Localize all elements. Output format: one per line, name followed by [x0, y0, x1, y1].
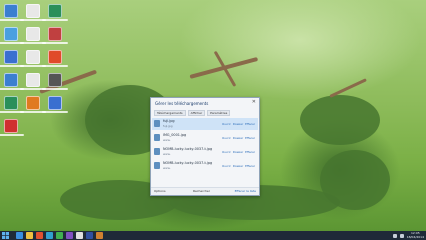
media-icon[interactable]: [36, 232, 43, 239]
desktop-icon-9[interactable]: [48, 50, 62, 64]
dialog-tabs: Téléchargements Afficher Paramètres: [154, 110, 256, 116]
clear-button[interactable]: Effacer: [245, 164, 255, 168]
clock-date: 18/04/2014: [406, 234, 424, 239]
desktop-icon-label: [42, 111, 68, 113]
network-icon[interactable]: [392, 233, 397, 238]
desktop-icon-label: [42, 42, 68, 44]
open-button[interactable]: Ouvrir: [222, 122, 231, 126]
download-actions: Ouvrir Dossier Effacer: [222, 150, 255, 154]
dialog-title: Gérer les téléchargements: [155, 101, 209, 106]
folder-button[interactable]: Dossier: [233, 122, 243, 126]
taskbar: 12:05 18/04/2014: [0, 231, 426, 240]
explorer-icon[interactable]: [26, 232, 33, 239]
dialog-footer: Options Rechercher Effacer la liste: [151, 187, 259, 195]
desktop-icon-6[interactable]: [48, 27, 62, 41]
open-button[interactable]: Ouvrir: [222, 136, 231, 140]
desktop-icon-11[interactable]: [26, 73, 40, 87]
desktop-icon-8[interactable]: [26, 50, 40, 64]
list-item[interactable]: IMG_0001.jpg www. Ouvrir Dossier Effacer: [152, 132, 258, 144]
clear-button[interactable]: Effacer: [245, 136, 255, 140]
download-source: fuji.jpg: [163, 124, 173, 128]
download-actions: Ouvrir Dossier Effacer: [222, 136, 255, 140]
options-link[interactable]: Options: [154, 189, 166, 193]
download-filename: fuji.jpg: [163, 119, 175, 123]
tab-show[interactable]: Afficher: [187, 110, 206, 116]
list-item[interactable]: NOMB-lucky-lucky-0037-t.jpg www. Ouvrir …: [152, 160, 258, 172]
download-actions: Ouvrir Dossier Effacer: [222, 122, 255, 126]
list-item[interactable]: NOMB-lucky-lucky-0037-t.jpg www. Ouvrir …: [152, 146, 258, 158]
desktop-icon-10[interactable]: [4, 73, 18, 87]
download-source: www.: [163, 152, 171, 156]
download-manager-dialog: Gérer les téléchargements ✕ Téléchargeme…: [150, 97, 260, 196]
app-icon-7[interactable]: [76, 232, 83, 239]
store-icon[interactable]: [46, 232, 53, 239]
desktop-icon-2[interactable]: [26, 4, 40, 18]
desktop-icon-7[interactable]: [4, 50, 18, 64]
clear-list-link[interactable]: Effacer la liste: [235, 189, 256, 193]
tab-settings[interactable]: Paramètres: [207, 110, 231, 116]
download-filename: NOMB-lucky-lucky-0037-t.jpg: [163, 147, 213, 151]
download-filename: NOMB-lucky-lucky-0037-t.jpg: [163, 161, 213, 165]
desktop-icon-label: [42, 19, 68, 21]
desktop-icon-5[interactable]: [26, 27, 40, 41]
download-filename: IMG_0001.jpg: [163, 133, 187, 137]
close-icon[interactable]: ✕: [252, 100, 256, 105]
desktop-icon-15[interactable]: [48, 96, 62, 110]
list-item[interactable]: fuji.jpg fuji.jpg Ouvrir Dossier Effacer: [152, 118, 258, 130]
volume-icon[interactable]: [399, 233, 404, 238]
tab-downloads[interactable]: Téléchargements: [154, 110, 186, 116]
desktop-icon-label: [42, 88, 68, 90]
desktop-icon-4[interactable]: [4, 27, 18, 41]
folder-button[interactable]: Dossier: [233, 136, 243, 140]
open-button[interactable]: Ouvrir: [222, 150, 231, 154]
search-link[interactable]: Rechercher: [193, 189, 210, 193]
windows-logo-icon[interactable]: [2, 232, 9, 239]
download-actions: Ouvrir Dossier Effacer: [222, 164, 255, 168]
desktop-icon-label: [0, 134, 24, 136]
desktop-icons: [0, 2, 92, 227]
clear-button[interactable]: Effacer: [245, 122, 255, 126]
wallpaper-hedge: [300, 95, 380, 145]
file-icon: [154, 120, 160, 127]
download-list: fuji.jpg fuji.jpg Ouvrir Dossier Effacer…: [152, 118, 258, 174]
desktop-icon-label: [42, 65, 68, 67]
desktop-icon-1[interactable]: [4, 4, 18, 18]
clock[interactable]: 12:05 18/04/2014: [406, 231, 424, 239]
desktop-icon-12[interactable]: [48, 73, 62, 87]
download-source: www.: [163, 138, 171, 142]
file-icon: [154, 134, 160, 141]
download-source: www.: [163, 166, 171, 170]
desktop-wallpaper: Gérer les téléchargements ✕ Téléchargeme…: [0, 0, 426, 231]
desktop-icon-3[interactable]: [48, 4, 62, 18]
desktop-icon-14[interactable]: [26, 96, 40, 110]
file-icon: [154, 148, 160, 155]
file-icon: [154, 162, 160, 169]
app-icon-6[interactable]: [66, 232, 73, 239]
system-tray: 12:05 18/04/2014: [392, 231, 424, 240]
app-icon-9[interactable]: [96, 232, 103, 239]
open-button[interactable]: Ouvrir: [222, 164, 231, 168]
desktop-icon-13[interactable]: [4, 96, 18, 110]
ie-icon[interactable]: [16, 232, 23, 239]
folder-button[interactable]: Dossier: [233, 150, 243, 154]
app-icon-8[interactable]: [86, 232, 93, 239]
clear-button[interactable]: Effacer: [245, 150, 255, 154]
chrome-icon[interactable]: [56, 232, 63, 239]
wallpaper-hedge: [320, 150, 390, 210]
desktop-icon-16[interactable]: [4, 119, 18, 133]
folder-button[interactable]: Dossier: [233, 164, 243, 168]
